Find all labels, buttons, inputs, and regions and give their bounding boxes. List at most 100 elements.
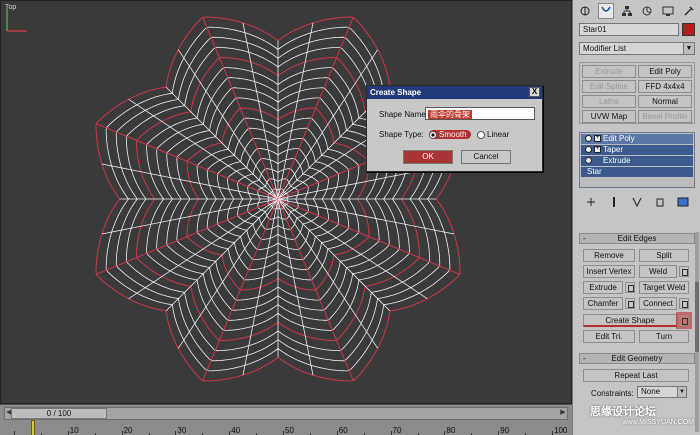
weld-settings-icon[interactable] (679, 266, 689, 277)
timeline-tick (121, 431, 123, 435)
scrollbar-thumb[interactable] (695, 282, 699, 352)
timeline-tick-label: 100 (554, 426, 568, 435)
timeline-tick (336, 431, 338, 435)
stack-item-star[interactable]: Star (581, 167, 693, 177)
umbrella-wireframe (95, 16, 461, 382)
time-slider-thumb[interactable]: 0 / 100 (11, 408, 107, 419)
timeline-tick (390, 431, 392, 435)
time-slider[interactable]: ◀ 0 / 100 ▶ (4, 407, 568, 420)
stack-item-taper[interactable]: + Taper (581, 145, 693, 155)
ok-button[interactable]: OK (403, 150, 453, 164)
chevron-down-icon[interactable]: ▼ (677, 387, 686, 397)
stack-item-edit-poly[interactable]: + Edit Poly (581, 134, 693, 144)
create-shape-settings-icon[interactable] (679, 315, 689, 326)
modifier-buttons: Extrude Edit Poly Edit Spline FFD 4x4x4 … (579, 62, 695, 124)
display-icon[interactable] (660, 3, 676, 19)
show-end-result-icon[interactable] (607, 195, 621, 209)
utilities-icon[interactable] (681, 3, 697, 19)
modifier-list-label: Modifier List (583, 44, 627, 53)
rollout-title: Edit Geometry (611, 354, 663, 363)
modifier-button-edit-poly[interactable]: Edit Poly (638, 65, 692, 78)
stack-item-label: Edit Poly (603, 134, 635, 143)
motion-icon[interactable] (639, 3, 655, 19)
remove-modifier-icon[interactable] (653, 195, 667, 209)
pin-stack-icon[interactable] (584, 195, 598, 209)
wireframe-rib (95, 198, 279, 275)
rollout-title: Edit Edges (617, 234, 657, 243)
timeline-tick (444, 431, 446, 435)
wireframe-rib (277, 198, 354, 382)
collapse-icon[interactable]: - (583, 354, 586, 363)
modify-icon[interactable] (597, 3, 614, 19)
weld-button[interactable]: Weld (639, 265, 677, 278)
collapse-icon[interactable]: - (583, 234, 586, 243)
panel-scrollbar[interactable] (695, 232, 699, 432)
top-viewport[interactable]: Top (0, 0, 572, 404)
connect-button[interactable]: Connect (639, 297, 677, 310)
modifier-button-bevel-profile[interactable]: Bevel Profile (638, 110, 692, 123)
close-icon[interactable]: X (529, 87, 540, 97)
wireframe-rib (202, 198, 279, 382)
constraints-dropdown[interactable]: None ▼ (637, 386, 687, 398)
expand-icon[interactable]: + (594, 146, 601, 153)
current-frame-marker[interactable] (31, 420, 35, 435)
turn-button[interactable]: Turn (639, 330, 689, 343)
chamfer-settings-icon[interactable] (625, 298, 635, 309)
create-shape-button[interactable]: Create Shape (583, 314, 677, 327)
light-bulb-icon[interactable] (585, 146, 592, 153)
modifier-button-lathe[interactable]: Lathe (582, 95, 636, 108)
wireframe-spoke (277, 198, 391, 312)
hierarchy-icon[interactable] (619, 3, 635, 19)
expand-icon[interactable]: + (594, 135, 601, 142)
modifier-button-edit-spline[interactable]: Edit Spline (582, 80, 636, 93)
modifier-button-uvw-map[interactable]: UVW Map (582, 110, 636, 123)
wireframe-rib (202, 16, 279, 200)
wireframe-rib (277, 198, 461, 275)
stack-item-extrude[interactable]: Extrude (581, 156, 693, 166)
track-bar[interactable]: 10 20 30 40 50 60 70 80 90 100 (4, 422, 568, 435)
repeat-last-button[interactable]: Repeat Last (583, 369, 689, 382)
shape-name-value: 雨伞的骨架 (428, 110, 472, 119)
chevron-down-icon[interactable]: ▼ (683, 43, 694, 54)
insert-vertex-button[interactable]: Insert Vertex (583, 265, 635, 278)
modifier-list-dropdown[interactable]: Modifier List ▼ (579, 42, 695, 55)
command-panel-tabs (575, 2, 699, 20)
timeline: ◀ 0 / 100 ▶ 10 20 30 40 50 60 70 80 90 100 (0, 404, 572, 435)
smooth-radio[interactable]: Smooth (429, 130, 471, 139)
object-color-swatch[interactable] (682, 23, 695, 36)
timeline-tick (14, 431, 15, 435)
stack-item-label: Star (587, 167, 602, 176)
split-button[interactable]: Split (639, 249, 689, 262)
timeline-tick-label: 80 (446, 426, 456, 435)
watermark: 思缘设计论坛 www.MISSYUAN.COM (590, 403, 700, 435)
chamfer-button[interactable]: Chamfer (583, 297, 623, 310)
connect-settings-icon[interactable] (679, 298, 689, 309)
timeline-tick-label: 30 (177, 426, 187, 435)
watermark-text: 思缘设计论坛 (590, 406, 656, 418)
remove-button[interactable]: Remove (583, 249, 635, 262)
configure-modifier-sets-icon[interactable] (676, 195, 690, 209)
light-bulb-icon[interactable] (585, 135, 592, 142)
create-icon[interactable] (577, 3, 593, 19)
light-bulb-icon[interactable] (585, 157, 592, 164)
timeline-tick (498, 431, 500, 435)
make-unique-icon[interactable] (630, 195, 644, 209)
target-weld-button[interactable]: Target Weld (639, 281, 689, 294)
extrude-settings-icon[interactable] (625, 282, 635, 293)
edit-geometry-rollout-header[interactable]: - Edit Geometry (579, 353, 695, 364)
shape-name-input[interactable]: 雨伞的骨架 (425, 107, 535, 120)
modifier-button-ffd[interactable]: FFD 4x4x4 (638, 80, 692, 93)
edit-edges-rollout-header[interactable]: - Edit Edges (579, 233, 695, 244)
cancel-button[interactable]: Cancel (461, 150, 511, 164)
stack-item-label: Extrude (603, 156, 631, 165)
object-name-input[interactable]: Star01 (579, 23, 679, 36)
modifier-button-extrude[interactable]: Extrude (582, 65, 636, 78)
watermark-site: www.MISSYUAN.COM (622, 419, 694, 426)
next-frame-icon[interactable]: ▶ (559, 408, 567, 419)
modifier-button-normal[interactable]: Normal (638, 95, 692, 108)
linear-radio[interactable]: Linear (477, 130, 509, 139)
timeline-tick-label: 50 (285, 426, 294, 435)
dialog-titlebar[interactable]: Create Shape X (367, 86, 542, 99)
extrude-button[interactable]: Extrude (583, 281, 623, 294)
edit-tri-button[interactable]: Edit Tri. (583, 330, 635, 343)
